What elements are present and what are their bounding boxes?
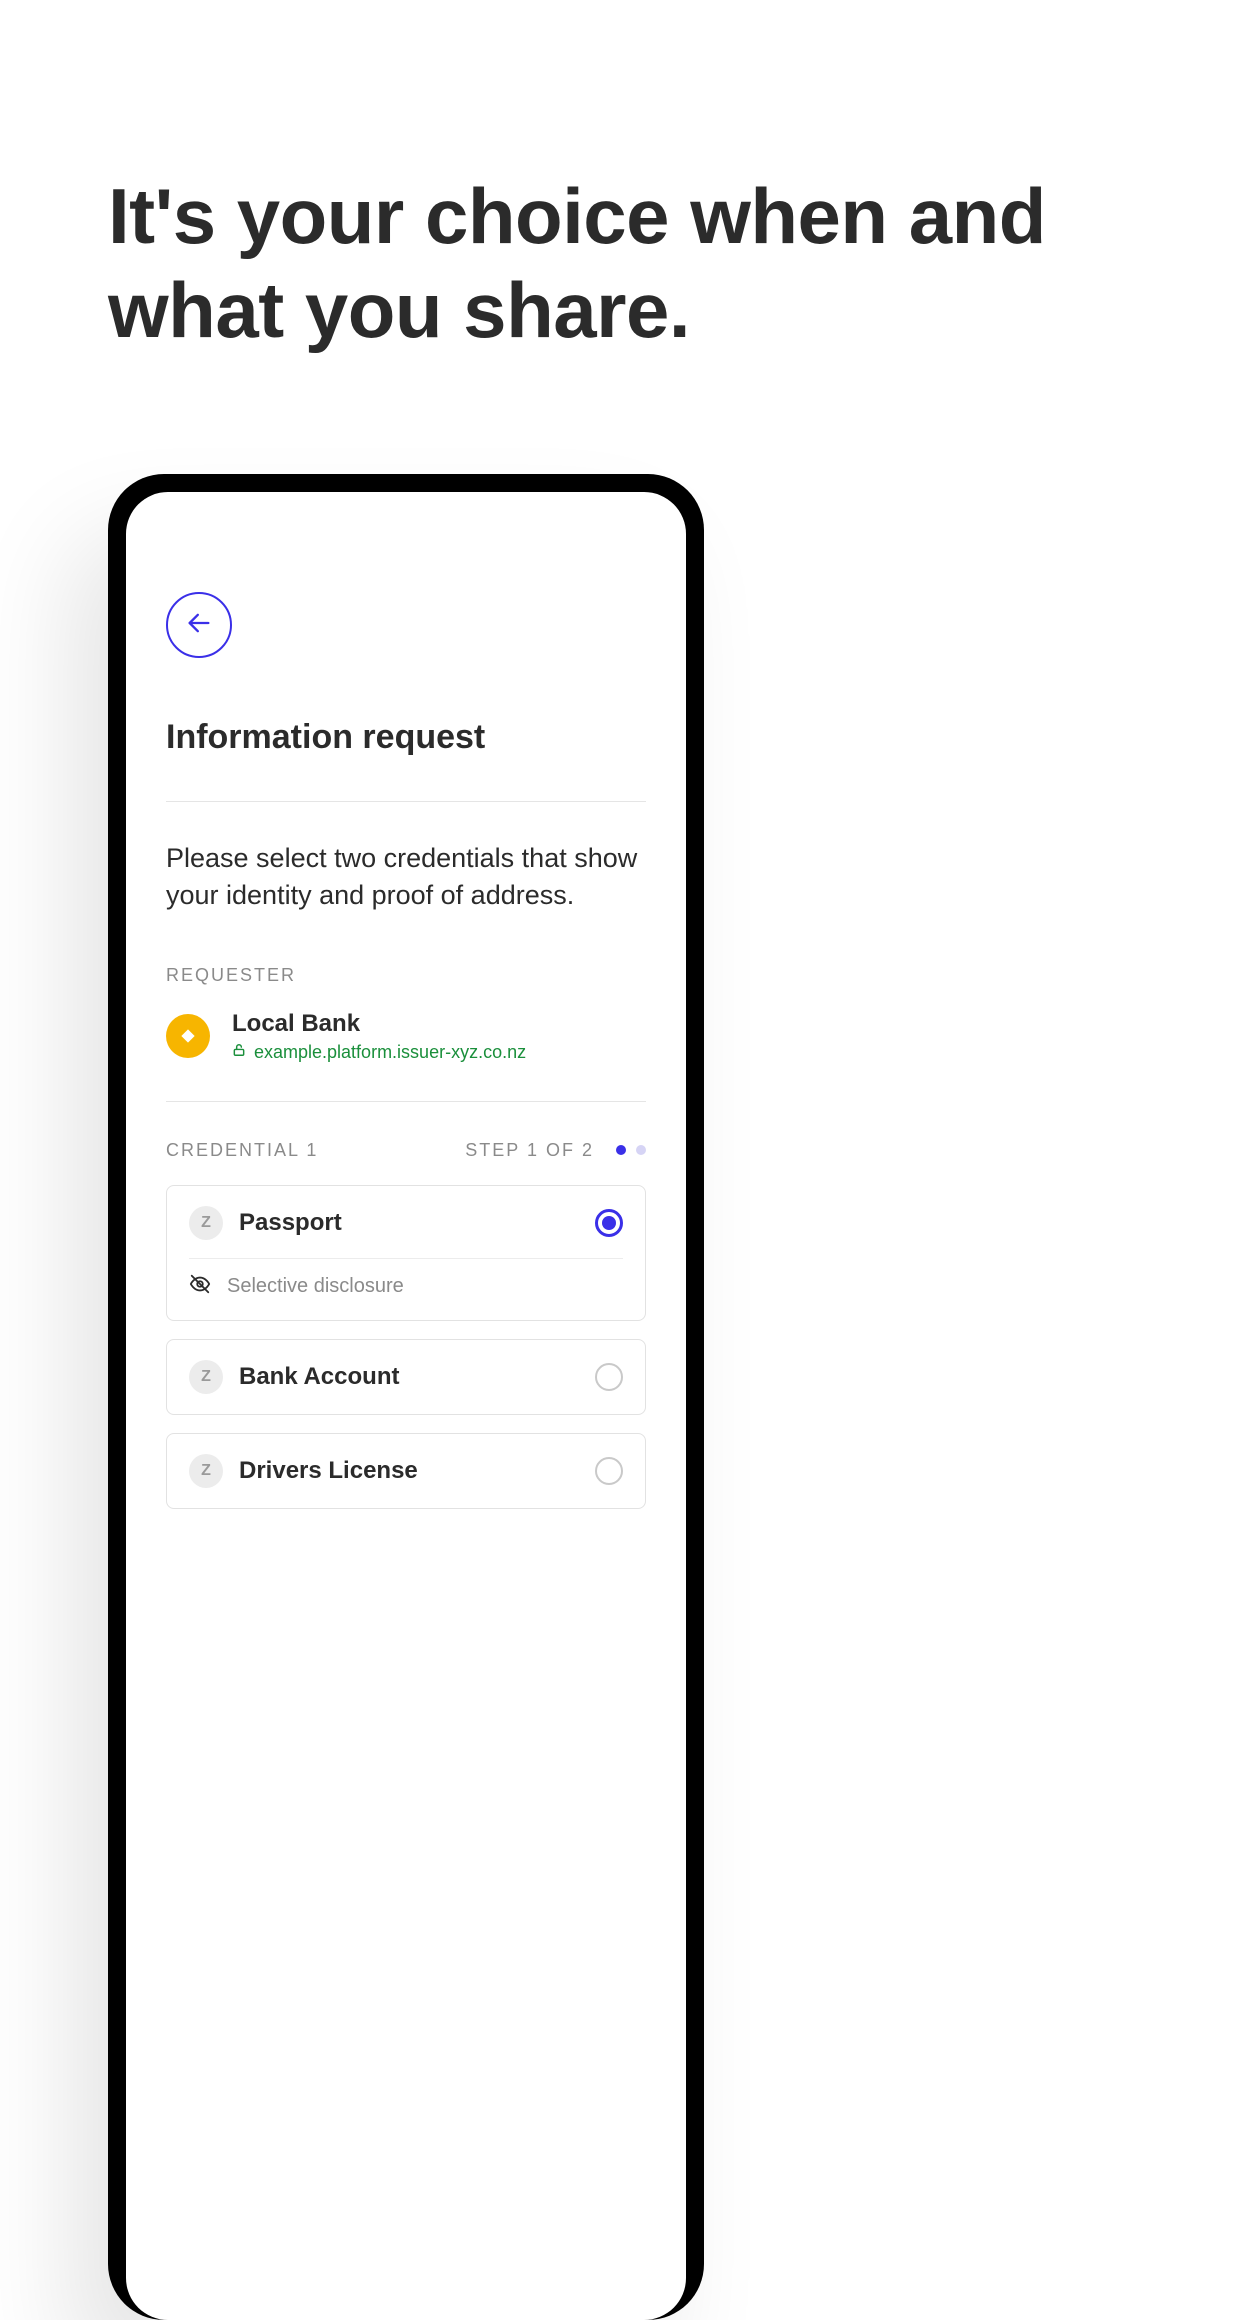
step-counter: STEP 1 OF 2 [465,1140,594,1161]
back-button[interactable] [166,592,232,658]
phone-frame: Information request Please select two cr… [108,474,704,2320]
credential-option-bank-account[interactable]: Z Bank Account [166,1339,646,1415]
step-dots [616,1145,646,1155]
credential-icon: Z [189,1454,223,1488]
credential-section-label: CREDENTIAL 1 [166,1140,318,1161]
requester-row: Local Bank example.platform.issuer-xyz.c… [166,1010,646,1063]
lock-icon [232,1043,246,1062]
requester-section-label: REQUESTER [166,965,646,986]
credential-name: Passport [239,1209,342,1237]
requester-name: Local Bank [232,1010,526,1038]
hero-title: It's your choice when and what you share… [108,170,1108,357]
radio-unselected[interactable] [595,1457,623,1485]
credential-name: Bank Account [239,1363,399,1391]
requester-badge-icon [166,1014,210,1058]
requester-url: example.platform.issuer-xyz.co.nz [254,1042,526,1063]
selective-disclosure-label: Selective disclosure [227,1275,404,1298]
instructions-text: Please select two credentials that show … [166,840,646,915]
step-dot-active [616,1145,626,1155]
divider [166,801,646,802]
divider [189,1258,623,1259]
eye-off-icon [189,1273,211,1300]
credential-icon: Z [189,1360,223,1394]
radio-selected[interactable] [595,1209,623,1237]
credential-option-passport[interactable]: Z Passport [166,1185,646,1321]
divider [166,1101,646,1102]
page-title: Information request [166,718,646,757]
selective-disclosure-row[interactable]: Selective disclosure [189,1273,623,1300]
credential-name: Drivers License [239,1457,418,1485]
step-dot-inactive [636,1145,646,1155]
phone-screen: Information request Please select two cr… [126,492,686,2320]
credential-icon: Z [189,1206,223,1240]
credential-option-drivers-license[interactable]: Z Drivers License [166,1433,646,1509]
arrow-left-icon [185,609,213,642]
radio-unselected[interactable] [595,1363,623,1391]
